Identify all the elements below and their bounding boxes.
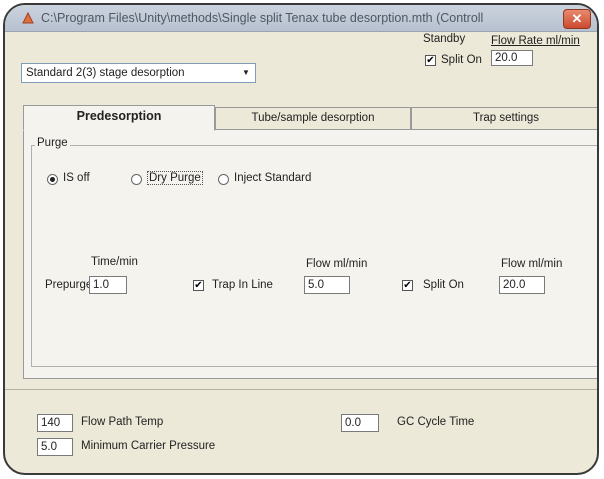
title-bar[interactable]: C:\Program Files\Unity\methods\Single sp… xyxy=(5,5,597,32)
min-carrier-pressure-label: Minimum Carrier Pressure xyxy=(81,440,216,452)
tab-tube-sample-desorption[interactable]: Tube/sample desorption xyxy=(215,107,411,129)
prepurge-flow-field[interactable]: 5.0 xyxy=(304,276,350,294)
gc-cycle-time-field[interactable]: 0.0 xyxy=(341,414,379,432)
radio-dry-purge[interactable] xyxy=(131,174,142,185)
window-frame: C:\Program Files\Unity\methods\Single sp… xyxy=(3,3,599,475)
method-select[interactable]: Standard 2(3) stage desorption ▼ xyxy=(21,63,256,83)
method-select-value: Standard 2(3) stage desorption xyxy=(26,67,185,79)
section-divider xyxy=(5,389,597,390)
flow-path-temp-field[interactable]: 140 xyxy=(37,414,73,432)
standby-flow-field[interactable]: 20.0 xyxy=(491,50,533,66)
prepurge-time-label: Time/min xyxy=(91,256,138,268)
radio-is-off-label: IS off xyxy=(63,172,90,184)
trap-in-line-checkbox[interactable]: ✔ xyxy=(193,280,204,291)
close-icon: ✕ xyxy=(571,11,583,26)
purge-group-title: Purge xyxy=(35,137,70,149)
tab-trap-settings[interactable]: Trap settings xyxy=(411,107,597,129)
radio-is-off[interactable] xyxy=(47,174,58,185)
flow-path-temp-label: Flow Path Temp xyxy=(81,416,164,428)
radio-dry-purge-label: Dry Purge xyxy=(147,171,203,185)
min-carrier-pressure-field[interactable]: 5.0 xyxy=(37,438,73,456)
prepurge-split-on-checkbox[interactable]: ✔ xyxy=(402,280,413,291)
window-title: C:\Program Files\Unity\methods\Single sp… xyxy=(41,11,484,25)
prepurge-flow-label: Flow ml/min xyxy=(306,258,368,270)
close-button[interactable]: ✕ xyxy=(563,9,591,29)
trap-in-line-label: Trap In Line xyxy=(212,279,273,291)
tab-predesorption[interactable]: Predesorption xyxy=(23,105,215,131)
prepurge-label: Prepurge xyxy=(45,279,93,291)
split-flow-label: Flow ml/min xyxy=(501,258,563,270)
radio-inject-standard-label: Inject Standard xyxy=(234,172,312,184)
standby-split-on-checkbox[interactable]: ✔ xyxy=(425,55,436,66)
standby-split-on-label: Split On xyxy=(441,54,482,66)
gc-cycle-time-label: GC Cycle Time xyxy=(397,416,475,428)
chevron-down-icon[interactable]: ▼ xyxy=(239,66,253,80)
app-icon xyxy=(22,11,34,24)
standby-flow-label: Flow Rate ml/min xyxy=(491,35,580,47)
radio-inject-standard[interactable] xyxy=(218,174,229,185)
prepurge-split-on-label: Split On xyxy=(423,279,464,291)
prepurge-time-field[interactable]: 1.0 xyxy=(89,276,127,294)
standby-label: Standby xyxy=(423,33,466,45)
split-flow-field[interactable]: 20.0 xyxy=(499,276,545,294)
